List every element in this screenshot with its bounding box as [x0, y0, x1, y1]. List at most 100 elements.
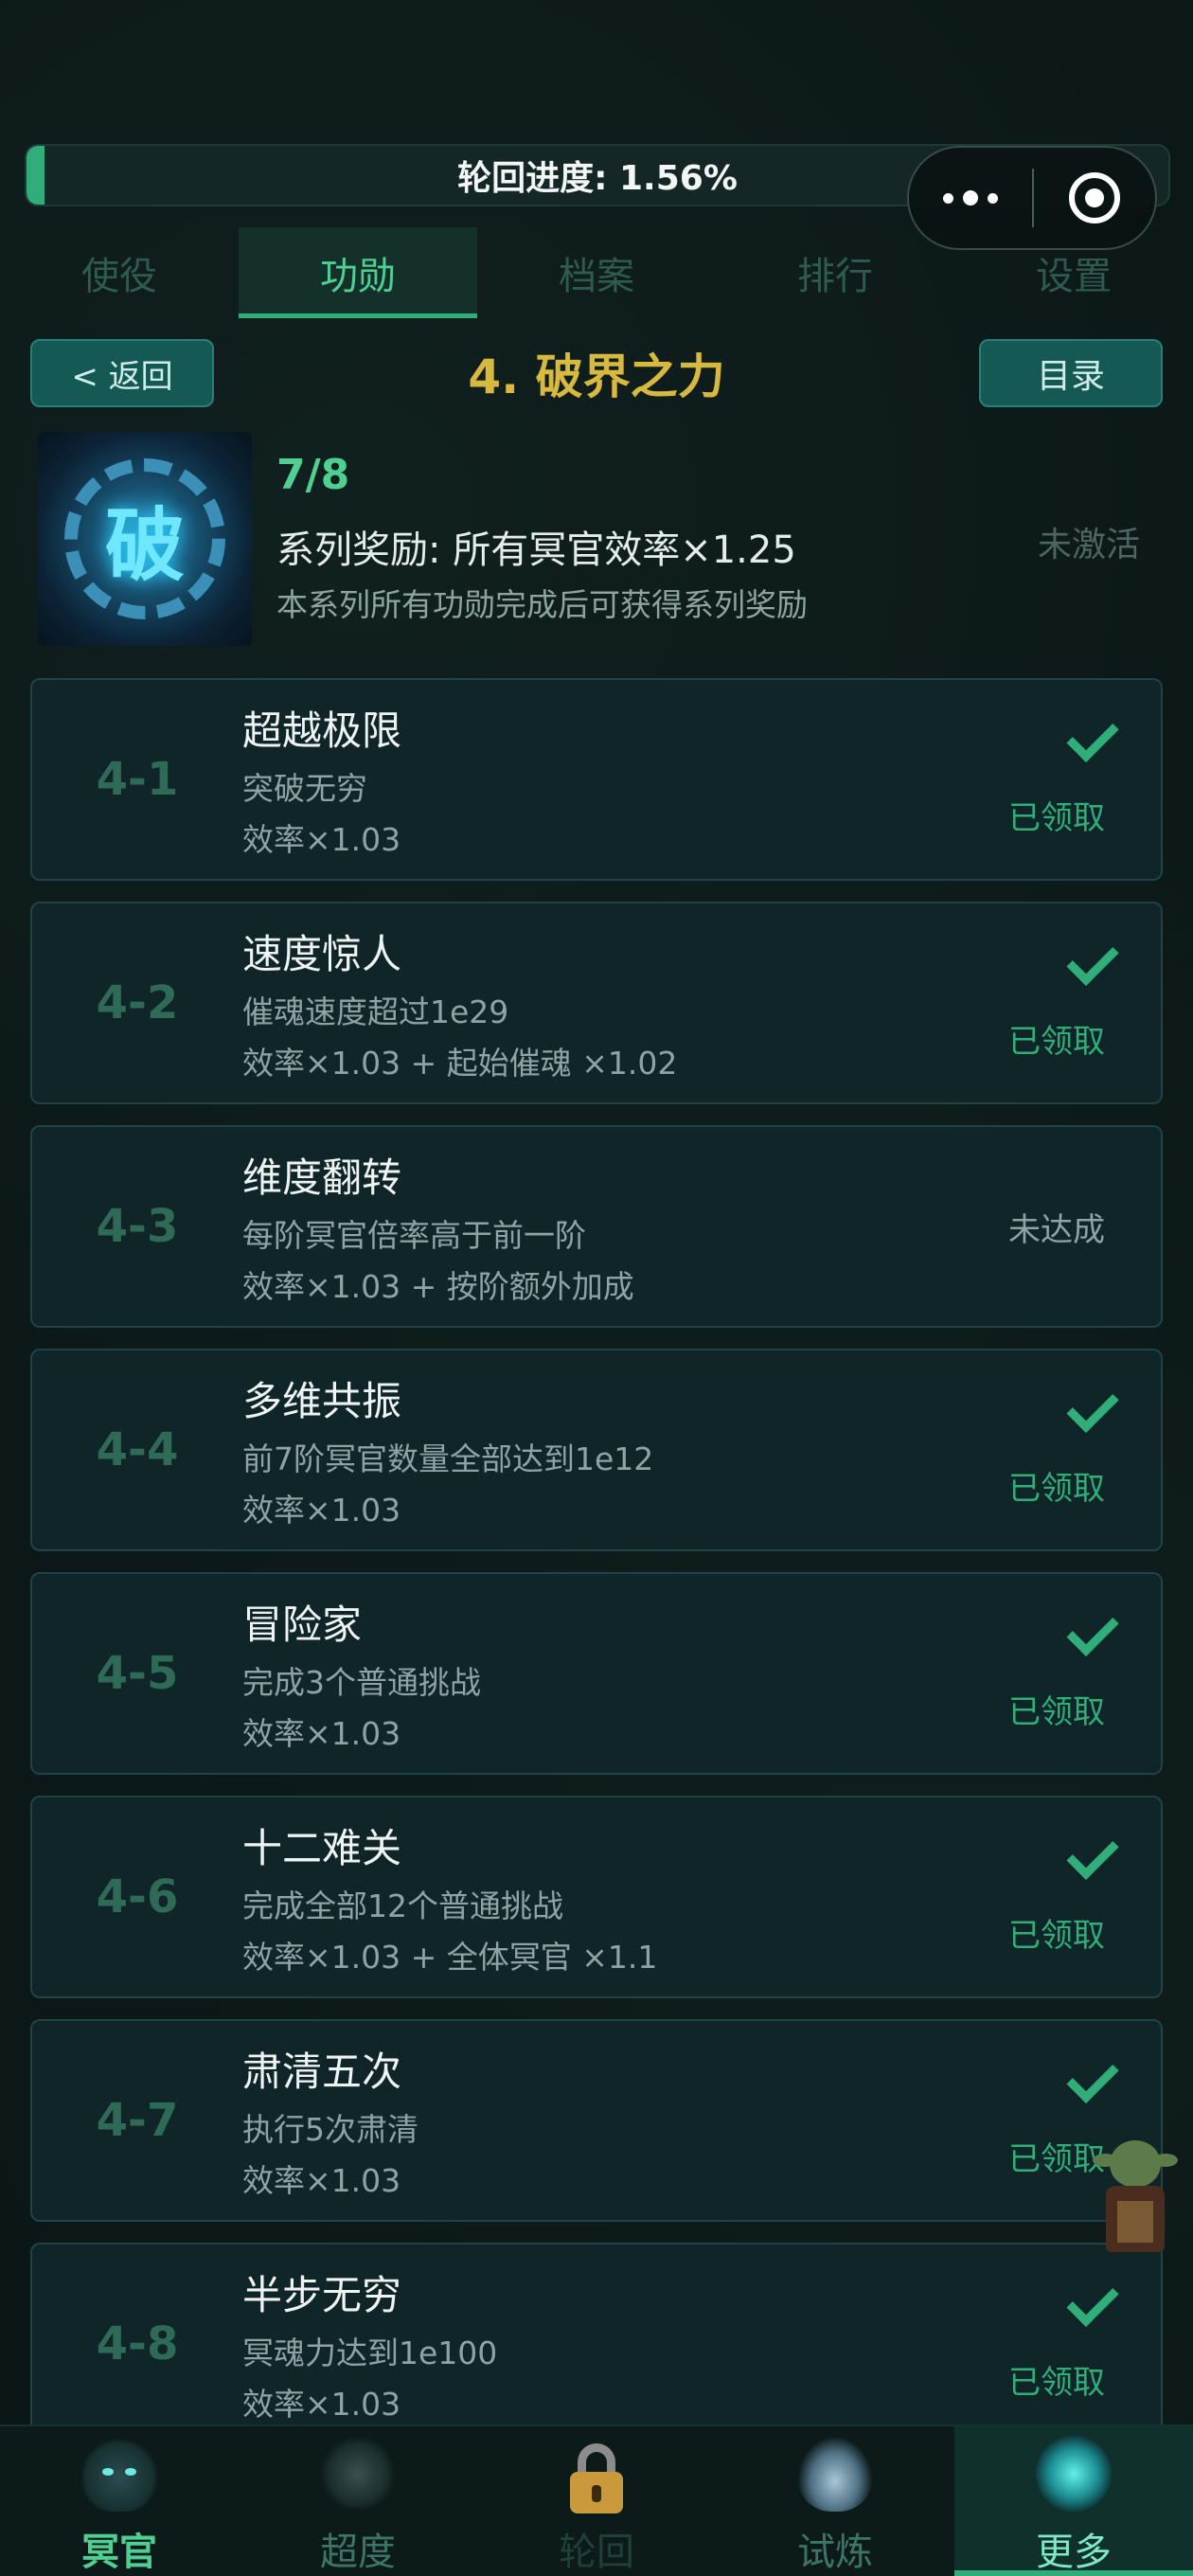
goblin-head-icon	[1110, 2140, 1161, 2188]
page-title: 4. 破界之力	[468, 349, 725, 404]
achievement-reward: 效率×1.03 + 按阶额外加成	[242, 1268, 634, 1305]
tab-ranking[interactable]: 排行	[716, 227, 954, 318]
achievement-condition: 冥魂力达到1e100	[242, 2334, 498, 2371]
app-root: 轮回进度: 1.56% 使役 功勋 档案 排行 设置 < 返回 4. 破界之力 …	[0, 0, 1193, 2576]
checkmark-icon	[1036, 1616, 1089, 1655]
nav-label: 超度	[320, 2531, 396, 2574]
nav-trial[interactable]: 试炼	[716, 2426, 954, 2576]
achievement-condition: 执行5次肃清	[242, 2111, 418, 2148]
flame-icon	[797, 2436, 873, 2512]
achievement-id: 4-2	[96, 976, 179, 1029]
more-menu-button[interactable]	[909, 190, 1032, 206]
achievement-id: 4-3	[96, 1200, 179, 1253]
achievement-id: 4-6	[96, 1870, 179, 1923]
emblem-glyph: 破	[104, 498, 185, 592]
nav-label: 更多	[1036, 2531, 1112, 2574]
achievement-condition: 每阶冥官倍率高于前一阶	[242, 1217, 586, 1254]
achievement-status: 未达成	[953, 1127, 1161, 1326]
status-label: 未达成	[1008, 1210, 1105, 1249]
more-dot-icon	[988, 192, 998, 204]
tab-settings[interactable]: 设置	[954, 227, 1193, 318]
achievement-reward: 效率×1.03	[242, 1492, 401, 1529]
achievement-status: 已领取	[953, 1351, 1161, 1549]
achievement-condition: 完成全部12个普通挑战	[242, 1887, 563, 1924]
achievement-card[interactable]: 4-2 速度惊人 催魂速度超过1e29 效率×1.03 + 起始催魂 ×1.02…	[30, 902, 1163, 1104]
achievement-title: 超越极限	[242, 707, 402, 754]
nav-label: 轮回	[559, 2531, 634, 2574]
checkmark-icon	[1036, 1392, 1089, 1432]
catalog-button[interactable]: 目录	[979, 339, 1163, 407]
achievement-id: 4-4	[96, 1423, 179, 1476]
achievement-title: 多维共振	[242, 1378, 402, 1424]
checkmark-icon	[1036, 2286, 1089, 2326]
tab-assign[interactable]: 使役	[0, 227, 239, 318]
achievement-status: 已领取	[953, 680, 1161, 879]
top-tabs: 使役 功勋 档案 排行 设置	[0, 227, 1193, 318]
series-emblem-image: 破	[38, 432, 252, 646]
nav-more[interactable]: 更多	[954, 2426, 1193, 2576]
achievement-reward: 效率×1.03	[242, 821, 401, 858]
achievement-card[interactable]: 4-6 十二难关 完成全部12个普通挑战 效率×1.03 + 全体冥官 ×1.1…	[30, 1796, 1163, 1998]
target-icon	[1069, 172, 1120, 224]
guardian-icon	[81, 2436, 157, 2512]
achievement-status: 已领取	[953, 1574, 1161, 1773]
checkmark-icon	[1036, 722, 1089, 761]
achievement-reward: 效率×1.03 + 起始催魂 ×1.02	[242, 1045, 678, 1082]
achievement-status: 已领取	[953, 2245, 1161, 2443]
achievement-condition: 催魂速度超过1e29	[242, 993, 509, 1030]
achievement-condition: 前7阶冥官数量全部达到1e12	[242, 1440, 654, 1477]
achievement-card[interactable]: 4-8 半步无穷 冥魂力达到1e100 效率×1.03 已领取	[30, 2243, 1163, 2445]
achievement-reward: 效率×1.03	[242, 2162, 401, 2199]
checkmark-icon	[1036, 945, 1089, 985]
gem-icon	[1036, 2436, 1112, 2512]
achievement-title: 肃清五次	[242, 2048, 402, 2095]
achievement-title: 十二难关	[242, 1825, 402, 1871]
status-label: 已领取	[1008, 1917, 1105, 1955]
checkmark-icon	[1036, 1839, 1089, 1879]
series-status-badge: 未激活	[1037, 526, 1140, 564]
more-dot-icon	[943, 192, 953, 204]
achievement-condition: 完成3个普通挑战	[242, 1664, 481, 1701]
status-bar-area	[0, 0, 1193, 142]
achievement-title: 半步无穷	[242, 2272, 402, 2318]
achievement-id: 4-7	[96, 2094, 179, 2147]
achievement-card[interactable]: 4-4 多维共振 前7阶冥官数量全部达到1e12 效率×1.03 已领取	[30, 1349, 1163, 1551]
lock-icon	[559, 2436, 634, 2513]
tab-merit[interactable]: 功勋	[239, 227, 477, 318]
series-progress-count: 7/8	[276, 451, 350, 499]
helper-character-button[interactable]	[1089, 2131, 1180, 2260]
nav-label: 冥官	[81, 2531, 157, 2574]
tab-archive[interactable]: 档案	[477, 227, 716, 318]
achievement-card[interactable]: 4-5 冒险家 完成3个普通挑战 效率×1.03 已领取	[30, 1572, 1163, 1775]
achievement-condition: 突破无穷	[242, 770, 367, 807]
nav-salvation[interactable]: 超度	[239, 2426, 477, 2576]
achievement-id: 4-5	[96, 1647, 179, 1700]
achievement-title: 维度翻转	[242, 1154, 402, 1201]
nav-officials[interactable]: 冥官	[0, 2426, 239, 2576]
series-description: 本系列所有功勋完成后可获得系列奖励	[276, 586, 808, 623]
status-label: 已领取	[1008, 1470, 1105, 1508]
achievement-reward: 效率×1.03	[242, 1715, 401, 1752]
series-reward: 系列奖励: 所有冥官效率×1.25	[276, 528, 796, 572]
book-icon	[1117, 2201, 1153, 2243]
achievement-reward: 效率×1.03 + 全体冥官 ×1.1	[242, 1939, 658, 1976]
nav-reincarnation[interactable]: 轮回	[477, 2426, 716, 2576]
bottom-navigation: 冥官 超度 轮回 试炼 更多	[0, 2424, 1193, 2576]
back-button[interactable]: < 返回	[30, 339, 214, 407]
medal-icon	[320, 2436, 396, 2512]
achievement-id: 4-8	[96, 2317, 179, 2370]
achievement-status: 已领取	[953, 1798, 1161, 1996]
achievement-id: 4-1	[96, 753, 179, 806]
close-program-button[interactable]	[1034, 172, 1155, 224]
achievement-reward: 效率×1.03	[242, 2386, 401, 2423]
achievement-card[interactable]: 4-1 超越极限 突破无穷 效率×1.03 已领取	[30, 678, 1163, 881]
achievement-card[interactable]: 4-7 肃清五次 执行5次肃清 效率×1.03 已领取	[30, 2019, 1163, 2222]
nav-label: 试炼	[797, 2531, 873, 2574]
more-dot-icon	[963, 190, 978, 206]
checkmark-icon	[1036, 2063, 1089, 2102]
status-label: 已领取	[1008, 1023, 1105, 1061]
achievement-status: 已领取	[953, 903, 1161, 1102]
achievement-card[interactable]: 4-3 维度翻转 每阶冥官倍率高于前一阶 效率×1.03 + 按阶额外加成 未达…	[30, 1125, 1163, 1328]
status-label: 已领取	[1008, 2364, 1105, 2402]
status-label: 已领取	[1008, 1693, 1105, 1731]
